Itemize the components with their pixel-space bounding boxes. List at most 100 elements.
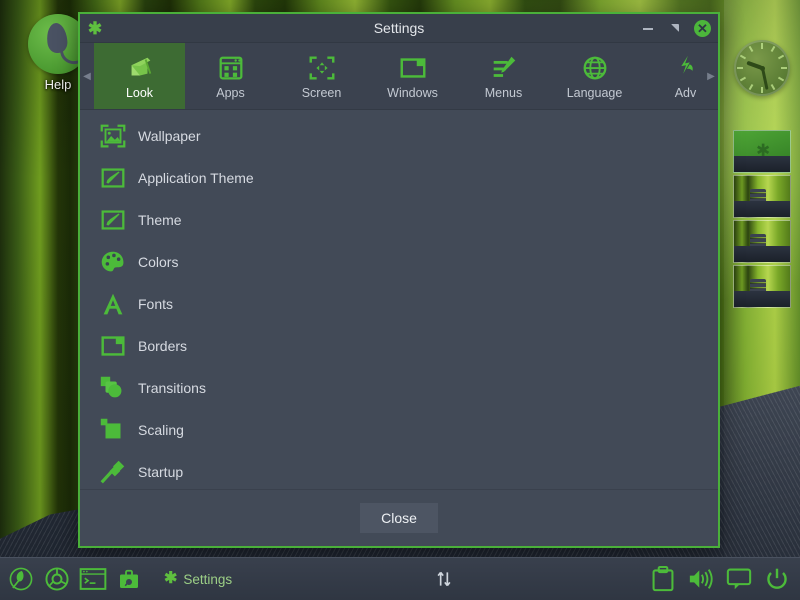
paintbrush-icon: [98, 163, 128, 193]
tab-screen[interactable]: Screen: [276, 43, 367, 109]
systray-network[interactable]: [427, 564, 461, 594]
windows-icon: [398, 53, 428, 83]
power-icon: [765, 567, 789, 591]
taskbar-launchers[interactable]: [0, 564, 146, 594]
clock-tick: [740, 77, 746, 82]
analog-clock[interactable]: [734, 40, 790, 96]
settings-tabbar[interactable]: ◀ Look: [80, 43, 718, 110]
pager-desk-surface: [734, 291, 790, 307]
list-item-colors[interactable]: Colors: [80, 241, 718, 283]
list-item-label: Theme: [138, 212, 182, 228]
list-item-startup[interactable]: Startup: [80, 451, 718, 489]
tab-label: Language: [567, 86, 623, 100]
window-titlebar[interactable]: ✱ Settings ✕: [80, 14, 718, 43]
clock-tick: [749, 84, 754, 90]
pager-desktop-1[interactable]: ✱: [733, 130, 791, 173]
launcher-browser[interactable]: [40, 564, 74, 594]
advanced-icon: [671, 53, 701, 83]
tab-windows[interactable]: Windows: [367, 43, 458, 109]
font-a-icon: [98, 289, 128, 319]
list-item-fonts[interactable]: Fonts: [80, 283, 718, 325]
settings-window[interactable]: ✱ Settings ✕ ◀ Look: [78, 12, 720, 548]
tab-apps[interactable]: Apps: [185, 43, 276, 109]
launcher-terminal[interactable]: [76, 564, 110, 594]
clock-tick: [737, 67, 743, 69]
tab-look[interactable]: Look: [94, 43, 185, 109]
window-controls[interactable]: ✕: [640, 20, 718, 37]
taskbar[interactable]: ✱ Settings: [0, 557, 800, 600]
systray-power[interactable]: [760, 564, 794, 594]
apps-icon: [216, 53, 246, 83]
startup-plug-icon: [98, 457, 128, 487]
tabbar-scroll-right-icon[interactable]: ▶: [704, 43, 718, 109]
maximize-icon[interactable]: [667, 20, 683, 36]
list-item-scaling[interactable]: Scaling: [80, 409, 718, 451]
pager-desktop-2[interactable]: [733, 175, 791, 218]
tab-label: Menus: [485, 86, 523, 100]
clock-tick: [771, 46, 776, 52]
clock-tick: [771, 84, 776, 90]
briefcase-icon: [117, 567, 141, 591]
window-title: Settings: [80, 20, 718, 36]
system-tray[interactable]: [646, 564, 800, 594]
systray-messages[interactable]: [722, 564, 756, 594]
list-item-label: Wallpaper: [138, 128, 201, 144]
close-button[interactable]: Close: [360, 503, 438, 533]
taskbar-task-settings[interactable]: ✱ Settings: [158, 568, 242, 590]
list-item-borders[interactable]: Borders: [80, 325, 718, 367]
list-item-label: Borders: [138, 338, 187, 354]
paintbrush-icon: [98, 205, 128, 235]
clipboard-icon: [651, 566, 675, 592]
pager-desktop-3[interactable]: [733, 220, 791, 263]
window-footer: Close: [80, 489, 718, 546]
clock-tick: [761, 43, 763, 49]
menus-icon: [489, 53, 519, 83]
taskbar-task-label: Settings: [183, 572, 232, 587]
chrome-icon: [44, 566, 70, 592]
close-icon[interactable]: ✕: [694, 20, 711, 37]
language-icon: [580, 53, 610, 83]
borders-icon: [98, 331, 128, 361]
list-item-label: Startup: [138, 464, 183, 480]
speaker-icon: [687, 567, 715, 591]
clock-tick: [778, 77, 784, 82]
list-item-label: Application Theme: [138, 170, 254, 186]
palette-icon: [98, 247, 128, 277]
pager-desktop-4[interactable]: [733, 265, 791, 308]
clock-tick: [781, 67, 787, 69]
list-item-label: Colors: [138, 254, 178, 270]
list-item-transitions[interactable]: Transitions: [80, 367, 718, 409]
list-item-application-theme[interactable]: Application Theme: [80, 157, 718, 199]
clock-tick: [740, 55, 746, 60]
tab-label: Apps: [216, 86, 245, 100]
look-icon: [125, 53, 155, 83]
tab-label: Adv: [675, 86, 697, 100]
up-down-arrows-icon: [434, 567, 454, 591]
settings-list[interactable]: Wallpaper Application Theme Theme: [80, 110, 718, 489]
list-item-theme[interactable]: Theme: [80, 199, 718, 241]
tab-list[interactable]: Look Apps: [94, 43, 704, 109]
desktop-shelf[interactable]: ✱: [724, 0, 800, 558]
list-item-wallpaper[interactable]: Wallpaper: [80, 115, 718, 157]
clock-tick: [761, 87, 763, 93]
launcher-help[interactable]: [4, 564, 38, 594]
tabbar-scroll-left-icon[interactable]: ◀: [80, 43, 94, 109]
pager-desk-surface: [734, 201, 790, 217]
terminal-icon: [79, 567, 107, 591]
screen-icon: [307, 53, 337, 83]
clock-tick: [778, 55, 784, 60]
minimize-icon[interactable]: [640, 20, 656, 36]
tab-label: Screen: [302, 86, 342, 100]
tab-language[interactable]: Language: [549, 43, 640, 109]
scaling-icon: [98, 415, 128, 445]
tab-advanced[interactable]: Adv: [640, 43, 704, 109]
tab-menus[interactable]: Menus: [458, 43, 549, 109]
pager-desk-surface: [734, 156, 790, 172]
systray-clipboard[interactable]: [646, 564, 680, 594]
systray-volume[interactable]: [684, 564, 718, 594]
asterisk-icon: ✱: [164, 571, 177, 587]
tab-label: Windows: [387, 86, 438, 100]
launcher-files[interactable]: [112, 564, 146, 594]
clock-tick: [749, 46, 754, 52]
leaf-circle-icon: [8, 566, 34, 592]
